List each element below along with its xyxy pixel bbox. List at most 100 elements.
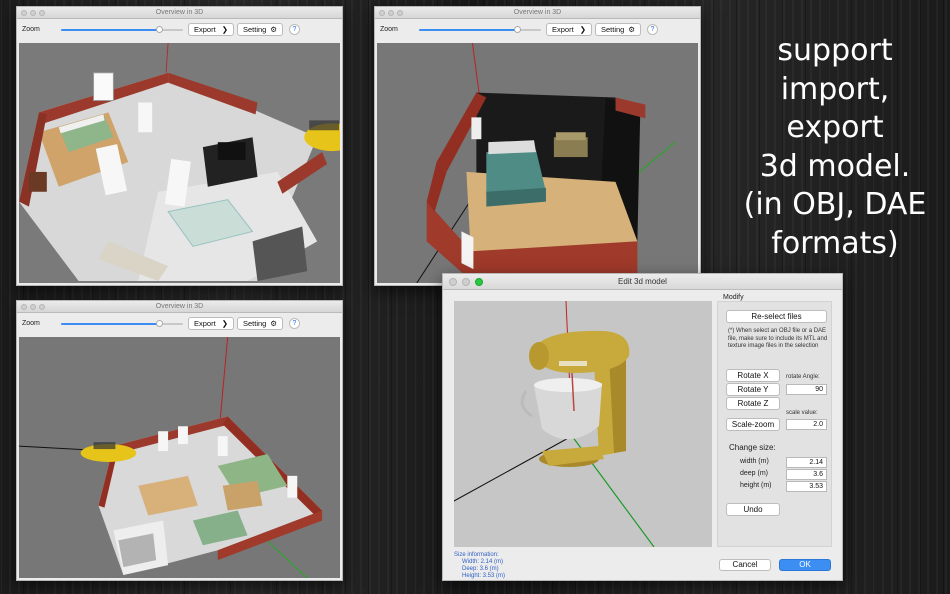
promo-line: export [786,110,884,145]
size-info-height: Height: 3.53 (m) [462,573,506,579]
undo-button[interactable]: Undo [726,503,780,516]
promo-text: support import, export 3d model. (in OBJ… [720,32,950,263]
minimize-button[interactable] [30,304,36,310]
zoom-label: Zoom [380,26,398,33]
help-button[interactable]: ? [289,24,300,35]
window-controls[interactable] [21,304,45,310]
zoom-slider[interactable] [419,26,541,33]
deep-label: deep (m) [740,470,769,477]
change-size-label: Change size: [729,443,776,452]
close-button[interactable] [379,10,385,16]
window-controls[interactable] [449,278,483,286]
zoom-slider-knob[interactable] [513,26,521,33]
toolbar: Zoom Export ❯ Setting ⚙ ? [375,19,700,41]
zoom-slider-fill [419,29,517,31]
window-controls[interactable] [21,10,45,16]
scale-zoom-button[interactable]: Scale-zoom [726,418,780,431]
file-select-note: (*) When select an OBJ file or a DAE fil… [728,328,828,349]
rotate-angle-label: rotate Angle: [786,374,820,380]
rotate-y-button[interactable]: Rotate Y [726,383,780,396]
zoom-label: Zoom [22,26,40,33]
chevron-right-icon: ❯ [221,25,228,34]
mixer-3d-render [453,300,655,548]
model-preview[interactable] [453,300,712,548]
cancel-button[interactable]: Cancel [719,559,771,571]
export-label: Export [194,319,216,328]
modify-heading: Modify [723,294,744,301]
close-button[interactable] [449,278,457,286]
setting-button[interactable]: Setting ⚙ [595,23,641,36]
scale-value-label: scale value: [786,410,818,416]
ok-button[interactable]: OK [779,559,831,571]
setting-label: Setting [243,319,267,328]
rotate-x-button[interactable]: Rotate X [726,369,780,382]
setting-button[interactable]: Setting ⚙ [237,23,283,36]
export-label: Export [194,25,216,34]
help-button[interactable]: ? [289,318,300,329]
export-label: Export [552,25,574,34]
toolbar: Zoom Export ❯ Setting ⚙ ? [17,313,342,335]
zoom-slider-fill [61,323,159,325]
zoom-window-button[interactable] [39,10,45,16]
chevron-right-icon: ❯ [579,25,586,34]
window-controls[interactable] [379,10,403,16]
minimize-button[interactable] [388,10,394,16]
reselect-files-button[interactable]: Re-select files [726,310,827,323]
export-button[interactable]: Export ❯ [188,23,234,36]
export-button[interactable]: Export ❯ [546,23,592,36]
rotate-z-button[interactable]: Rotate Z [726,397,780,410]
3d-viewport[interactable] [19,43,340,283]
promo-line: (in OBJ, DAE [743,187,927,222]
height-label: height (m) [740,482,772,489]
window-title: Overview in 3D [513,9,562,16]
promo-line: import, [780,71,890,107]
promo-line: 3d model. [759,148,911,184]
minimize-button[interactable] [30,10,36,16]
overview-window-2: Overview in 3D Zoom Export ❯ Setting ⚙ ? [374,6,701,286]
setting-label: Setting [601,25,625,34]
gear-icon: ⚙ [270,25,277,34]
edit-3d-model-dialog: Edit 3d model Size information: Width: 2… [442,273,843,581]
close-button[interactable] [21,10,27,16]
zoom-window-button[interactable] [397,10,403,16]
close-button[interactable] [21,304,27,310]
zoom-slider-knob[interactable] [155,320,163,327]
promo-line: formats) [771,225,899,261]
size-info-deep: Deep: 3.6 (m) [462,566,499,572]
height-field[interactable]: 3.53 [786,481,827,492]
3d-viewport[interactable] [19,337,340,578]
size-info-width: Width: 2.14 (m) [462,559,504,565]
size-info-heading: Size information: [454,552,499,558]
house-3d-render [19,43,340,283]
zoom-slider-fill [61,29,159,31]
deep-field[interactable]: 3.6 [786,469,827,480]
rotate-angle-field[interactable]: 90 [786,384,827,395]
minimize-button[interactable] [462,278,470,286]
promo-line: support [777,33,893,68]
room-3d-render [377,43,698,283]
zoom-slider-knob[interactable] [155,26,163,33]
modify-panel: Re-select files (*) When select an OBJ f… [717,301,832,547]
setting-button[interactable]: Setting ⚙ [237,317,283,330]
toolbar: Zoom Export ❯ Setting ⚙ ? [17,19,342,41]
chevron-right-icon: ❯ [221,319,228,328]
gear-icon: ⚙ [270,319,277,328]
window-titlebar: Overview in 3D [17,7,342,19]
gear-icon: ⚙ [628,25,635,34]
scale-value-field[interactable]: 2.0 [786,419,827,430]
overview-window-1: Overview in 3D Zoom Export ❯ Setting ⚙ ? [16,6,343,286]
width-label: width (m) [740,458,769,465]
dialog-titlebar: Edit 3d model [443,274,842,290]
zoom-slider[interactable] [61,26,183,33]
help-button[interactable]: ? [647,24,658,35]
setting-label: Setting [243,25,267,34]
dialog-title: Edit 3d model [618,277,667,286]
zoom-window-button[interactable] [39,304,45,310]
zoom-label: Zoom [22,320,40,327]
window-title: Overview in 3D [155,303,204,310]
export-button[interactable]: Export ❯ [188,317,234,330]
zoom-window-button[interactable] [475,278,483,286]
width-field[interactable]: 2.14 [786,457,827,468]
3d-viewport[interactable] [377,43,698,283]
zoom-slider[interactable] [61,320,183,327]
